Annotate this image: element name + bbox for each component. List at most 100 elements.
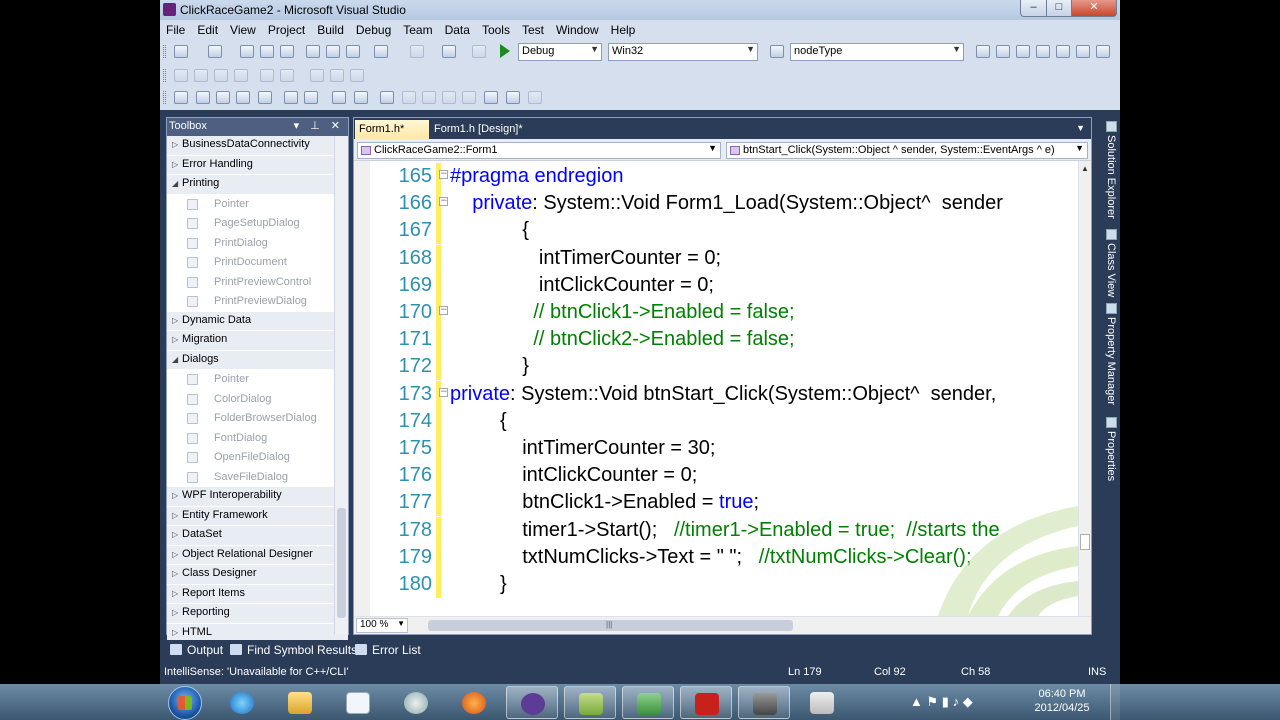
horizontal-scroll-thumb[interactable]: ||| (428, 620, 793, 631)
taskbar-visual-studio[interactable] (506, 686, 558, 719)
solution-explorer-icon[interactable] (976, 45, 990, 58)
toolbox-category[interactable]: ▷ Entity Framework (167, 506, 348, 526)
tab-order-icon[interactable] (462, 91, 476, 104)
menu-view[interactable]: View (224, 20, 262, 37)
expand-arrow-icon[interactable]: ▷ (172, 140, 182, 149)
toolbox-tool-item[interactable]: FolderBrowserDialog (167, 409, 348, 429)
dropbox-icon[interactable]: ◆ (963, 694, 973, 709)
bookmark-icon[interactable] (260, 69, 274, 82)
copy-icon[interactable] (326, 45, 340, 58)
toolbar-grip[interactable] (163, 69, 166, 82)
comment-icon[interactable] (174, 69, 188, 82)
align-lefts-icon[interactable] (196, 91, 210, 104)
toolbox-scroll-thumb[interactable] (337, 508, 346, 618)
menu-data[interactable]: Data (439, 20, 476, 37)
code-line[interactable]: 165− #pragma endregion (354, 163, 1078, 190)
save-all-icon[interactable] (280, 45, 294, 58)
collapse-region-icon[interactable]: − (439, 170, 448, 179)
menu-tools[interactable]: Tools (476, 20, 516, 37)
toolbox-category[interactable]: ▷ WPF Interoperability (167, 487, 348, 507)
minimize-button[interactable]: – (1020, 0, 1047, 17)
object-browser-icon[interactable] (1016, 45, 1030, 58)
code-line[interactable]: 173− private: System::Void btnStart_Click… (354, 380, 1078, 408)
menu-window[interactable]: Window (550, 20, 605, 37)
taskbar-camera[interactable] (738, 686, 790, 719)
toolbox-tool-item[interactable]: OpenFileDialog (167, 448, 348, 468)
send-to-back-icon[interactable] (422, 91, 436, 104)
toolbox-category[interactable]: ▷ Error Handling (167, 155, 348, 175)
code-line[interactable]: 167 { (354, 217, 1078, 245)
toolbar-grip[interactable] (163, 45, 166, 58)
code-line[interactable]: 172 } (354, 353, 1078, 381)
align-tops-icon[interactable] (258, 91, 272, 104)
toolbox-tool-item[interactable]: PrintPreviewDialog (167, 292, 348, 312)
taskbar-explorer[interactable] (274, 686, 326, 719)
menu-test[interactable]: Test (516, 20, 550, 37)
toolbox-category[interactable]: ▷ Dynamic Data (167, 311, 348, 331)
taskbar-internet-explorer[interactable] (216, 686, 268, 719)
find-in-files-icon[interactable] (770, 45, 784, 58)
menu-team[interactable]: Team (397, 20, 438, 37)
toolbox-tool-item[interactable]: ColorDialog (167, 390, 348, 410)
make-same-height-icon[interactable] (304, 91, 318, 104)
team-explorer-icon[interactable] (1056, 45, 1070, 58)
code-line[interactable]: 170− // btnClick1->Enabled = false; (354, 299, 1078, 326)
member-dropdown[interactable]: btnStart_Click(System::Object ^ sender, … (726, 142, 1088, 159)
toolbox-category[interactable]: ◢ Printing (167, 175, 348, 195)
bring-to-front-icon[interactable] (402, 91, 416, 104)
extension-manager-icon[interactable] (1096, 45, 1110, 58)
toolbox-category[interactable]: ▷ Reporting (167, 604, 348, 624)
taskbar-firefox[interactable] (448, 686, 500, 719)
add-item-icon[interactable] (208, 45, 222, 58)
tab-property-manager[interactable]: Property Manager (1103, 303, 1117, 405)
collapse-arrow-icon[interactable]: ◢ (172, 355, 182, 364)
taskbar-app-green[interactable] (564, 686, 616, 719)
expand-arrow-icon[interactable]: ▷ (172, 628, 182, 637)
menu-debug[interactable]: Debug (350, 20, 397, 37)
collapse-region-icon[interactable]: − (439, 387, 448, 397)
indent-icon[interactable] (214, 69, 228, 82)
toolbox-tool-item[interactable]: FontDialog (167, 429, 348, 449)
start-page-icon[interactable] (1076, 45, 1090, 58)
tab-class-view[interactable]: Class View (1103, 229, 1117, 297)
menu-help[interactable]: Help (605, 20, 642, 37)
toolbox-tool-item[interactable]: SaveFileDialog (167, 468, 348, 488)
toolbar-options-icon[interactable] (528, 91, 542, 104)
network-icon[interactable]: ▮ (942, 694, 949, 709)
align-rights-icon[interactable] (236, 91, 250, 104)
toolbox-category[interactable]: ▷ Report Items (167, 584, 348, 604)
toolbox-header-buttons[interactable]: ▾ ⊥ ✕ (294, 119, 344, 132)
align-to-grid-icon[interactable] (174, 91, 188, 104)
code-line[interactable]: 166− private: System::Void Form1_Load(Sy… (354, 190, 1078, 218)
toolbox-tool-item[interactable]: PrintDocument (167, 253, 348, 273)
start-debugging-icon[interactable] (500, 44, 510, 58)
tab-find-symbol-results[interactable]: Find Symbol Results (230, 643, 357, 657)
paste-icon[interactable] (346, 45, 360, 58)
expand-arrow-icon[interactable]: ▷ (172, 589, 182, 598)
editor-vertical-scrollbar[interactable]: ▲ (1078, 161, 1091, 616)
outdent-icon[interactable] (234, 69, 248, 82)
make-same-width-icon[interactable] (284, 91, 298, 104)
solution-platform-select[interactable]: Win32 ▼ (608, 43, 758, 61)
show-desktop-button[interactable] (1110, 684, 1120, 720)
action-center-icon[interactable]: ⚑ (927, 694, 939, 709)
code-line[interactable]: 169 intClickCounter = 0; (354, 271, 1078, 299)
tab-properties[interactable]: Properties (1103, 417, 1117, 481)
format-icon[interactable] (484, 91, 498, 104)
align-right-icon[interactable] (350, 69, 364, 82)
navigate-forward-icon[interactable] (472, 45, 486, 58)
toolbox-category[interactable]: ▷ Object Relational Designer (167, 545, 348, 565)
code-line[interactable]: 176 intClickCounter = 0; (354, 462, 1078, 490)
expand-arrow-icon[interactable]: ▷ (172, 335, 182, 344)
undo-icon[interactable] (374, 45, 388, 58)
expand-arrow-icon[interactable]: ▷ (172, 316, 182, 325)
toolbox-tool-item[interactable]: Pointer (167, 370, 348, 390)
expand-arrow-icon[interactable]: ▷ (172, 491, 182, 500)
redo-icon[interactable] (410, 45, 424, 58)
center-horizontally-icon[interactable] (380, 91, 394, 104)
menu-edit[interactable]: Edit (191, 20, 224, 37)
taskbar-app-extra[interactable] (796, 686, 848, 719)
next-bookmark-icon[interactable] (280, 69, 294, 82)
vertical-spacing-icon[interactable] (354, 91, 368, 104)
expand-arrow-icon[interactable]: ▷ (172, 160, 182, 169)
